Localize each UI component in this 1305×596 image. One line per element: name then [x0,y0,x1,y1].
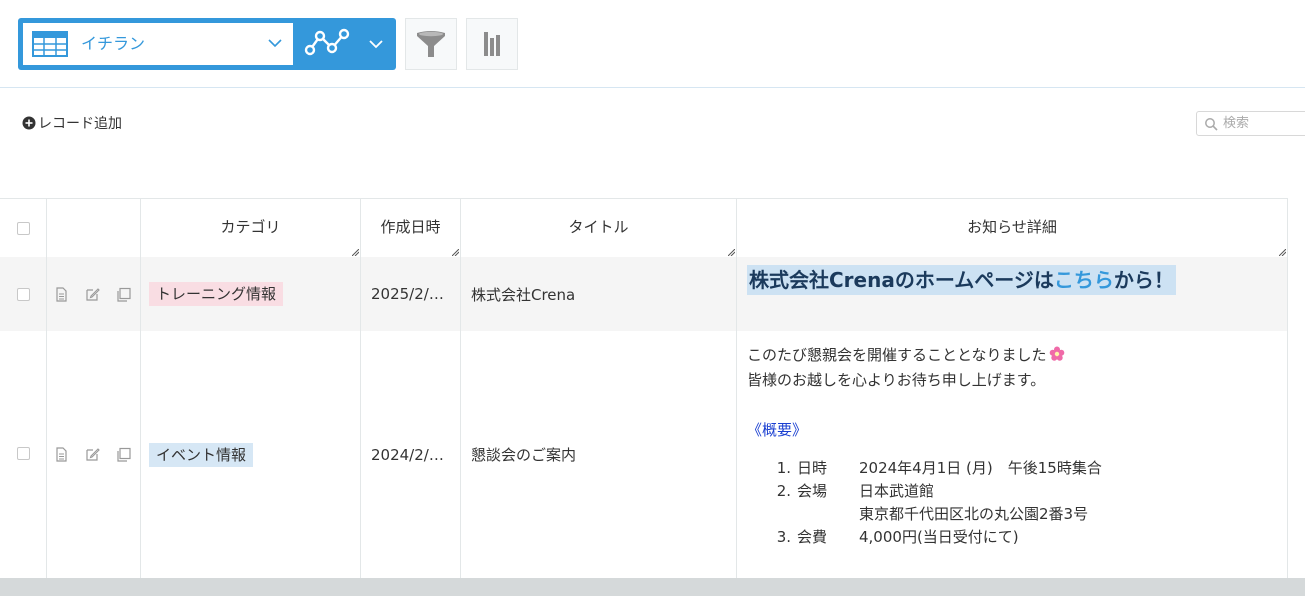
row-actions-cell [47,257,141,331]
item-value: 2024年4月1日 (月) 午後15時集合 [859,459,1102,477]
plus-circle-icon [22,116,36,130]
list-item: 2. 会場 日本武道館 [747,480,1267,503]
overview-heading: 《概要》 [747,421,808,439]
list-item: 東京都千代田区北の丸公園2番3号 [747,503,1267,526]
column-header-label: タイトル [568,218,629,236]
row-checkbox[interactable] [17,288,30,301]
title-cell: 株式会社Crena [461,257,737,331]
created-cell: 2024/2/… [361,331,461,578]
overview-list: 1. 日時 2024年4月1日 (月) 午後15時集合 2. 会場 日本武道館 東京都千… [747,457,1267,549]
header-actions-cell [47,198,141,257]
row-checkbox-cell [0,331,47,578]
search-input[interactable] [1223,114,1303,133]
title-cell: 懇談会のご案内 [461,331,737,578]
title-value: 株式会社Crena [471,285,576,304]
chevron-down-icon [369,40,383,49]
toolbar: イチラン [0,0,1305,88]
document-icon[interactable] [53,446,70,463]
edit-icon[interactable] [84,286,101,303]
chart-button[interactable] [466,18,518,70]
homepage-link[interactable]: こちら [1054,268,1114,292]
row-checkbox[interactable] [17,447,30,460]
table-icon [32,31,68,57]
graph-icon [304,28,350,56]
category-tag: イベント情報 [149,442,254,467]
column-header-created[interactable]: 作成日時 [361,198,461,257]
detail-cell: 株式会社Crenaのホームページはこちらから！ [737,257,1288,331]
chevron-down-icon [268,39,282,48]
detail-line: このたび懇親会を開催することとなりました [747,343,1267,368]
item-label: 会場 [797,482,828,500]
horizontal-scrollbar[interactable] [0,578,1305,596]
add-record-label: レコード追加 [38,116,122,132]
view-label: イチラン [81,34,146,53]
resize-handle-icon[interactable] [352,249,359,256]
detail-text: から！ [1113,268,1174,292]
detail-heading: 株式会社Crenaのホームページはこちらから！ [747,265,1176,295]
header-checkbox-cell [0,198,47,257]
item-label: 会費 [797,528,828,546]
copy-icon[interactable] [115,446,132,463]
graph-button[interactable] [298,18,396,70]
item-value: 東京都千代田区北の丸公園2番3号 [859,505,1089,523]
created-value: 2024/2/… [371,445,444,464]
filter-icon [417,31,445,57]
detail-body: このたび懇親会を開催することとなりました 皆様のお越しを心よりお待ち申し上げます… [747,343,1267,549]
select-all-checkbox[interactable] [17,222,30,235]
detail-line: 皆様のお越しを心よりお待ち申し上げます。 [747,371,1046,389]
category-tag: トレーニング情報 [149,282,284,306]
created-cell: 2025/2/… [361,257,461,331]
category-cell: トレーニング情報 [141,257,361,331]
column-header-label: お知らせ詳細 [967,218,1057,236]
item-number: 3. [776,528,791,546]
column-header-title[interactable]: タイトル [461,198,737,257]
item-label [791,503,859,526]
item-label: 日時 [797,459,828,477]
created-value: 2025/2/… [371,285,444,303]
column-header-label: 作成日時 [380,218,441,236]
row-actions-cell [47,331,141,578]
detail-text: 株式会社Crenaのホームページは [749,268,1054,292]
chart-bar-icon [484,32,500,56]
list-item: 1. 日時 2024年4月1日 (月) 午後15時集合 [747,457,1267,480]
table-row[interactable]: イベント情報 2024/2/… 懇談会のご案内 このたび懇親会を開催することとな… [0,331,1288,578]
list-item: 3. 会費 4,000円(当日受付にて) [747,526,1267,549]
document-icon[interactable] [53,286,70,303]
title-value: 懇談会のご案内 [471,446,577,464]
add-record-button[interactable]: レコード追加 [22,113,122,133]
item-number [747,503,791,526]
column-header-category[interactable]: カテゴリ [141,198,361,257]
table-row[interactable]: トレーニング情報 2025/2/… 株式会社Crena 株式会社Crenaのホー… [0,257,1288,331]
detail-cell: このたび懇親会を開催することとなりました 皆様のお越しを心よりお待ち申し上げます… [737,331,1288,578]
item-number: 2. [776,482,791,500]
resize-handle-icon[interactable] [728,249,735,256]
copy-icon[interactable] [115,286,132,303]
flower-icon [1049,346,1064,361]
search-box [1196,111,1305,136]
column-header-detail[interactable]: お知らせ詳細 [737,198,1288,257]
view-switcher: イチラン [18,18,396,70]
resize-handle-icon[interactable] [1279,249,1286,256]
item-value: 日本武道館 [859,482,935,500]
row-checkbox-cell [0,257,47,331]
item-value: 4,000円(当日受付にて) [859,528,1019,546]
view-select[interactable]: イチラン [23,23,293,65]
filter-button[interactable] [405,18,457,70]
search-icon [1205,118,1218,131]
item-number: 1. [776,459,791,477]
detail-text: このたび懇親会を開催することとなりました [747,346,1047,364]
resize-handle-icon[interactable] [452,249,459,256]
edit-icon[interactable] [84,446,101,463]
category-cell: イベント情報 [141,331,361,578]
column-header-label: カテゴリ [220,218,281,236]
